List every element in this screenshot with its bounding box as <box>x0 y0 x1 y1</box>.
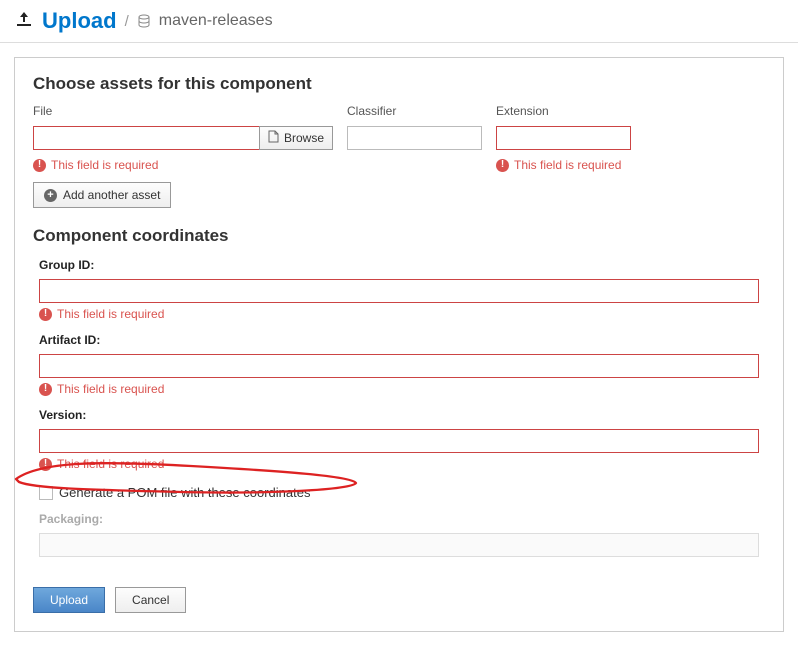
assets-labels-row: File Classifier Extension <box>33 104 765 122</box>
assets-section-title: Choose assets for this component <box>33 74 765 94</box>
file-icon <box>268 130 279 146</box>
button-row: Upload Cancel <box>33 587 765 613</box>
assets-inputs-row: Browse <box>33 126 765 150</box>
upload-button-label: Upload <box>50 593 88 607</box>
database-icon <box>137 14 151 28</box>
packaging-field: Packaging: <box>33 512 765 557</box>
version-label: Version: <box>39 408 759 422</box>
group-id-label: Group ID: <box>39 258 759 272</box>
add-asset-button[interactable]: + Add another asset <box>33 182 171 208</box>
group-id-field: Group ID: ! This field is required <box>33 258 765 321</box>
artifact-id-label: Artifact ID: <box>39 333 759 347</box>
assets-errors-row: ! This field is required ! This field is… <box>33 154 765 172</box>
browse-label: Browse <box>284 131 324 145</box>
extension-input[interactable] <box>496 126 631 150</box>
content-panel: Choose assets for this component File Cl… <box>14 57 784 632</box>
coordinates-section-title: Component coordinates <box>33 226 765 246</box>
extension-label: Extension <box>496 104 631 118</box>
file-error: ! This field is required <box>33 158 333 172</box>
version-error: ! This field is required <box>39 457 759 471</box>
file-input[interactable] <box>33 126 259 150</box>
artifact-id-error: ! This field is required <box>39 382 759 396</box>
extension-error: ! This field is required <box>496 158 631 172</box>
error-icon: ! <box>39 308 52 321</box>
classifier-label: Classifier <box>347 104 482 118</box>
packaging-input[interactable] <box>39 533 759 557</box>
header-bar: Upload / maven-releases <box>0 0 798 43</box>
cancel-button[interactable]: Cancel <box>115 587 186 613</box>
error-icon: ! <box>39 458 52 471</box>
cancel-button-label: Cancel <box>132 593 169 607</box>
extension-error-text: This field is required <box>514 158 621 172</box>
group-id-error-text: This field is required <box>57 307 164 321</box>
artifact-id-field: Artifact ID: ! This field is required <box>33 333 765 396</box>
group-id-error: ! This field is required <box>39 307 759 321</box>
breadcrumb-separator: / <box>125 13 129 30</box>
breadcrumb-repo: maven-releases <box>159 12 273 30</box>
error-icon: ! <box>39 383 52 396</box>
add-asset-label: Add another asset <box>63 188 160 202</box>
page-title: Upload <box>42 8 117 34</box>
artifact-id-input[interactable] <box>39 354 759 378</box>
generate-pom-row: Generate a POM file with these coordinat… <box>33 485 765 500</box>
classifier-input[interactable] <box>347 126 482 150</box>
error-icon: ! <box>33 159 46 172</box>
plus-icon: + <box>44 189 57 202</box>
generate-pom-checkbox[interactable] <box>39 486 53 500</box>
packaging-label: Packaging: <box>39 512 759 526</box>
version-field: Version: ! This field is required <box>33 408 765 471</box>
file-error-text: This field is required <box>51 158 158 172</box>
version-input[interactable] <box>39 429 759 453</box>
artifact-id-error-text: This field is required <box>57 382 164 396</box>
browse-button[interactable]: Browse <box>259 126 333 150</box>
group-id-input[interactable] <box>39 279 759 303</box>
file-label: File <box>33 104 333 118</box>
upload-button[interactable]: Upload <box>33 587 105 613</box>
generate-pom-label: Generate a POM file with these coordinat… <box>59 485 310 500</box>
error-icon: ! <box>496 159 509 172</box>
upload-icon <box>14 10 34 33</box>
version-error-text: This field is required <box>57 457 164 471</box>
